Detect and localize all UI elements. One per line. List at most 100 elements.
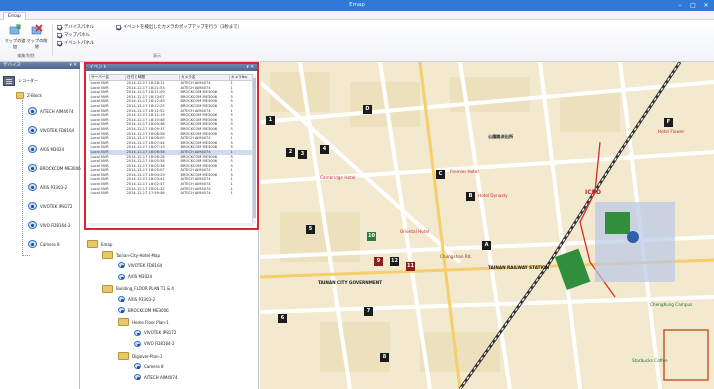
map-marker-number[interactable]: 9 [374, 257, 383, 266]
map-tree-label: Home Floor Plan-1 [132, 319, 169, 325]
camera-icon [28, 126, 37, 134]
camera-icon [28, 164, 37, 172]
recorder-node[interactable]: レコーダー [3, 76, 38, 86]
delete-map-button[interactable]: マップの削除 [26, 24, 48, 50]
map-tree-label: Digiever-Plan-1 [132, 353, 163, 359]
map-tree-camera-item[interactable]: VIVO FD8164-2 [134, 340, 175, 347]
device-camera-label: AXIS M3024 [40, 146, 65, 152]
map-tree-camera-item[interactable]: AXIS P3303-2 [118, 296, 155, 302]
map-tree-map-item[interactable]: Home Floor Plan-1 [118, 318, 169, 327]
event-panel-checkbox[interactable]: イベントパネル [57, 40, 94, 46]
map-marker-number[interactable]: 7 [364, 307, 373, 316]
event-vertical-scrollbar[interactable] [252, 74, 256, 224]
camera-icon [28, 221, 37, 229]
event-table: サーバー名 日付と時間 カメラ名 カメラNo. Local NVR 2014-12… [89, 74, 255, 196]
map-marker-number[interactable]: 3 [298, 150, 307, 159]
device-camera-item[interactable]: BROCKCOM ME3006 [28, 164, 81, 172]
map-marker-f[interactable]: F [664, 118, 673, 127]
event-table-row[interactable]: Local NVR 2014-12-17 17:59:46 AITECH AIM40… [90, 191, 255, 196]
map-edit-group-label: 編集/削除 [17, 53, 35, 58]
camera-icon [134, 329, 141, 336]
device-camera-label: Camera 8 [40, 241, 60, 247]
maximize-icon[interactable]: □ [689, 2, 697, 9]
ribbon-tab-row: Emap [0, 11, 714, 20]
map-view[interactable]: D C B A F 1 2 3 4 5 6 7 8 9 10 11 12 Cam… [260, 62, 714, 389]
city-map-canvas [260, 62, 714, 389]
map-marker-number[interactable]: 8 [380, 353, 389, 362]
device-camera-item[interactable]: AXIS M3024 [28, 145, 64, 153]
map-marker-number[interactable]: 1 [266, 116, 275, 125]
map-tree-map-item[interactable]: Digiever-Plan-1 [118, 352, 162, 360]
map-tree-camera-item[interactable]: VIVOTEK FD8164 [118, 262, 163, 269]
device-camera-item[interactable]: VIVOTEK FD8164 [28, 126, 74, 134]
map-tree-label: VIVOTEK FD8164 [128, 262, 163, 268]
pin-icon[interactable]: ▾ ✕ [70, 62, 77, 69]
map-tree-camera-item[interactable]: VIVOTEK IP8172 [134, 329, 176, 336]
checkbox-checked-icon [116, 24, 121, 30]
device-camera-label: VIVO FD8164-2 [40, 222, 71, 228]
camera-icon [118, 273, 125, 280]
event-table-cell: Local NVR [90, 191, 109, 196]
device-panel: レコーダー Z-Block AITECH AIM4074 VIVOTEK FD8… [0, 69, 81, 389]
scrollbar-thumb[interactable] [253, 78, 256, 218]
map-marker-number[interactable]: 4 [320, 145, 329, 154]
device-camera-item[interactable]: VIVO FD8164-2 [28, 221, 71, 229]
map-tree-map-item[interactable]: Tainan-City-Hotel-Map [102, 251, 160, 260]
device-panel-checkbox-label: デバイスパネル [64, 25, 94, 30]
event-horizontal-scrollbar[interactable] [89, 223, 255, 226]
device-camera-item[interactable]: AITECH AIM4074 [28, 107, 74, 115]
map-marker-number[interactable]: 6 [278, 314, 287, 323]
device-camera-item[interactable]: VIVOTEK IP8172 [28, 202, 72, 210]
add-map-icon [9, 24, 21, 35]
map-tree-label: AITECH AIM4074 [144, 374, 178, 380]
map-panel-checkbox-label: マップパネル [64, 33, 90, 38]
map-marker-a[interactable]: A [482, 241, 491, 250]
camera-icon [28, 107, 37, 115]
add-map-button[interactable]: マップの追加 [4, 24, 26, 50]
popup-on-event-checkbox[interactable]: イベントを検出したカメラのポップアップを行う（3秒まで） [116, 24, 242, 30]
event-panel-title: イベント [89, 65, 107, 70]
map-tree-label: Emap [101, 241, 113, 247]
title-bar: Emap – □ ✕ [0, 0, 714, 11]
delete-map-label: マップの削除 [26, 38, 48, 49]
map-label-premier: Premier Hotel [450, 169, 479, 174]
device-panel-checkbox[interactable]: デバイスパネル [57, 24, 94, 30]
group-icon [16, 92, 24, 99]
map-tree-map-item[interactable]: Building_FLOOR PLAN T1 & 4 [102, 284, 174, 293]
map-marker-number[interactable]: 12 [390, 257, 399, 266]
map-marker-number[interactable]: 10 [367, 232, 376, 241]
map-panel-checkbox[interactable]: マップパネル [57, 32, 90, 38]
delete-map-icon [31, 24, 43, 35]
pin-icon[interactable]: ▾ ✕ [247, 64, 254, 71]
map-label-chengkung: ChengKung Campus [650, 302, 693, 307]
device-camera-item[interactable]: AXIS P3303-2 [28, 183, 67, 191]
map-marker-b[interactable]: B [466, 192, 475, 201]
group-node[interactable]: Z-Block [16, 92, 42, 99]
map-marker-number[interactable]: 2 [286, 148, 295, 157]
ribbon: マップの追加 マップの削除 編集/削除 デバイスパネル マップパネル イベントパ… [0, 20, 714, 62]
map-label-icpd: ICPD [585, 189, 602, 196]
map-label-city-government: TAINAN CITY GOVERNMENT [318, 280, 383, 285]
event-table-cell: AITECH AIM4074 [180, 191, 211, 196]
map-tree-camera-item[interactable]: AXIS M3024 [118, 273, 152, 280]
device-camera-item[interactable]: Camera 8 [28, 240, 60, 248]
minimize-icon[interactable]: – [676, 2, 684, 9]
map-label-oriental: Oriental Hotel [400, 229, 430, 234]
map-tree-map-item[interactable]: Emap [87, 240, 112, 248]
window-title: Emap [349, 2, 365, 8]
checkbox-checked-icon [57, 32, 62, 38]
tab-emap[interactable]: Emap [3, 12, 26, 20]
map-tree-camera-item[interactable]: Camera 8 [134, 363, 164, 370]
map-tree-camera-item[interactable]: BROCKCOM ME3006 [118, 307, 169, 314]
map-icon [87, 240, 98, 248]
map-tree-camera-item[interactable]: AITECH AIM4074 [134, 374, 178, 381]
event-table-cell: 1 [230, 191, 233, 196]
group-label: Z-Block [27, 93, 42, 98]
map-marker-c[interactable]: C [436, 170, 445, 179]
close-icon[interactable]: ✕ [702, 2, 710, 9]
map-marker-d[interactable]: D [363, 105, 372, 114]
event-table-body: Local NVR 2014-12-17 18:28:11 AITECH AIM40… [89, 81, 255, 196]
map-marker-number[interactable]: 11 [406, 262, 415, 271]
map-tree-label: AXIS P3303-2 [128, 296, 156, 302]
map-marker-number[interactable]: 5 [306, 225, 315, 234]
